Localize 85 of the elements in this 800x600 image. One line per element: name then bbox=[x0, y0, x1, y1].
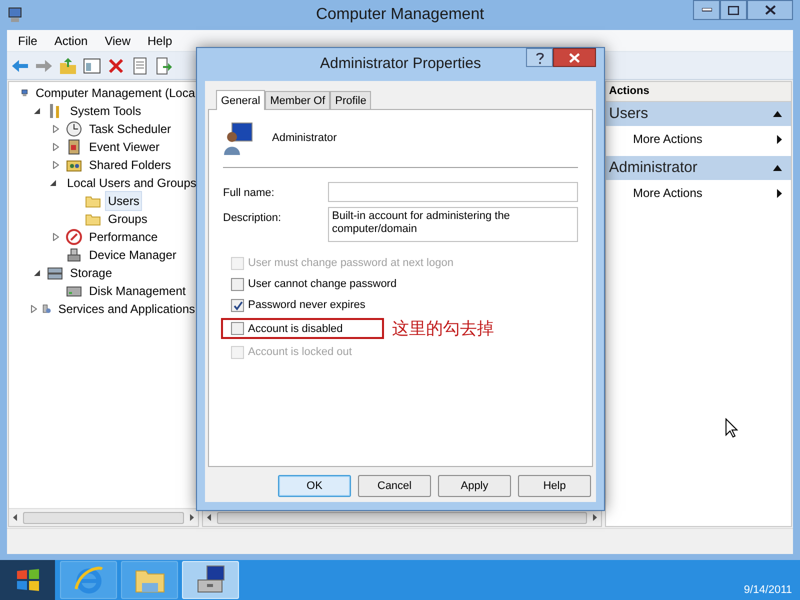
scroll-right-icon[interactable] bbox=[190, 514, 194, 521]
tree-item[interactable]: Shared Folders bbox=[86, 155, 174, 175]
tab[interactable]: Member Of bbox=[265, 91, 330, 109]
export-icon[interactable] bbox=[155, 56, 173, 74]
action-section-header[interactable]: Administrator bbox=[606, 156, 791, 180]
expanded-arrow-icon[interactable] bbox=[50, 180, 56, 186]
menu-item[interactable]: Help bbox=[148, 32, 172, 50]
log-icon bbox=[66, 139, 82, 155]
dialog-button[interactable]: OK bbox=[278, 475, 351, 497]
tab[interactable]: Profile bbox=[330, 91, 372, 109]
tree-item[interactable]: Task Scheduler bbox=[86, 119, 174, 139]
maximize-icon bbox=[728, 6, 739, 14]
close-button[interactable] bbox=[553, 48, 596, 67]
help-button[interactable] bbox=[526, 48, 553, 67]
maximize-button[interactable] bbox=[720, 0, 747, 20]
actions-header: Actions bbox=[606, 82, 791, 102]
checkbox[interactable] bbox=[231, 322, 244, 336]
collapse-arrow-icon[interactable] bbox=[773, 111, 782, 117]
menu-item[interactable]: Action bbox=[54, 32, 88, 50]
delete-icon[interactable] bbox=[107, 56, 125, 74]
tree-item[interactable]: Local Users and Groups bbox=[64, 173, 198, 193]
checkbox-label: Account is locked out bbox=[248, 344, 352, 360]
action-link[interactable]: More Actions bbox=[606, 180, 791, 206]
checkbox[interactable] bbox=[231, 278, 244, 291]
collapsed-arrow-icon[interactable] bbox=[53, 143, 59, 151]
tree-item[interactable]: System Tools bbox=[67, 101, 144, 121]
expanded-arrow-icon[interactable] bbox=[34, 108, 40, 114]
tree-item[interactable]: Groups bbox=[105, 209, 150, 229]
storage-icon bbox=[47, 265, 63, 281]
gauge-icon bbox=[66, 229, 82, 245]
action-section-header[interactable]: Users bbox=[606, 102, 791, 126]
tree-item[interactable]: Storage bbox=[67, 263, 116, 283]
collapsed-arrow-icon[interactable] bbox=[31, 305, 38, 313]
collapse-arrow-icon[interactable] bbox=[773, 165, 782, 171]
dialog-button[interactable]: Help bbox=[518, 475, 591, 497]
menu-item[interactable]: View bbox=[104, 32, 130, 50]
checkbox-label: Password never expires bbox=[248, 298, 366, 314]
device-icon bbox=[66, 247, 82, 263]
checkbox-label: User cannot change password bbox=[248, 277, 397, 292]
mouse-cursor-icon bbox=[725, 418, 738, 438]
question-icon bbox=[536, 52, 544, 64]
start-button[interactable] bbox=[0, 560, 55, 600]
properties-icon[interactable] bbox=[131, 56, 149, 74]
clock-icon bbox=[66, 121, 82, 137]
panel-toggle-icon[interactable] bbox=[83, 56, 101, 74]
collapsed-arrow-icon[interactable] bbox=[53, 125, 59, 133]
window-title: Computer Management bbox=[316, 5, 484, 25]
tree-item[interactable]: Users bbox=[105, 191, 142, 211]
computer-icon bbox=[7, 7, 23, 23]
dialog-button[interactable]: Apply bbox=[438, 475, 511, 497]
scroll-left-icon[interactable] bbox=[13, 514, 17, 521]
tree-item[interactable]: Performance bbox=[86, 227, 161, 247]
close-icon bbox=[764, 5, 776, 15]
scroll-left-icon[interactable] bbox=[207, 514, 211, 521]
action-link[interactable]: More Actions bbox=[606, 126, 791, 152]
text-field[interactable] bbox=[328, 182, 578, 202]
minimize-icon bbox=[702, 8, 712, 12]
annotation-text: 这里的勾去掉 bbox=[392, 318, 494, 340]
field-label: Description: bbox=[223, 211, 282, 226]
tree-item[interactable]: Services and Applications bbox=[55, 299, 198, 319]
folder-up-icon[interactable] bbox=[59, 56, 77, 74]
tree-item[interactable]: Device Manager bbox=[86, 245, 180, 265]
tree-item[interactable]: Computer Management (Loca bbox=[32, 83, 198, 103]
text-area[interactable]: Built-in account for administering the computer/domain bbox=[328, 207, 578, 242]
windows-logo-icon bbox=[14, 568, 40, 592]
expanded-arrow-icon[interactable] bbox=[34, 270, 40, 276]
field-label: Full name: bbox=[223, 186, 276, 201]
checkbox-label: Account is disabled bbox=[248, 322, 343, 336]
collapsed-arrow-icon[interactable] bbox=[53, 161, 59, 169]
tree-item[interactable]: Event Viewer bbox=[86, 137, 162, 157]
dialog-button[interactable]: Cancel bbox=[358, 475, 431, 497]
minimize-button[interactable] bbox=[693, 0, 720, 20]
close-button[interactable] bbox=[747, 0, 793, 20]
tab[interactable]: General bbox=[216, 90, 266, 110]
collapsed-arrow-icon[interactable] bbox=[53, 233, 59, 241]
checkbox[interactable] bbox=[231, 299, 244, 312]
user-icon bbox=[223, 121, 255, 155]
tree-item[interactable]: Disk Management bbox=[86, 281, 189, 301]
close-icon bbox=[569, 52, 580, 62]
horizontal-scrollbar[interactable] bbox=[9, 508, 198, 526]
menu-item[interactable]: File bbox=[18, 32, 38, 50]
user-name: Administrator bbox=[272, 130, 337, 146]
checkbox-label: User must change password at next logon bbox=[248, 256, 454, 272]
scroll-right-icon[interactable] bbox=[593, 514, 597, 521]
dialog-title: Administrator Properties bbox=[320, 54, 481, 74]
